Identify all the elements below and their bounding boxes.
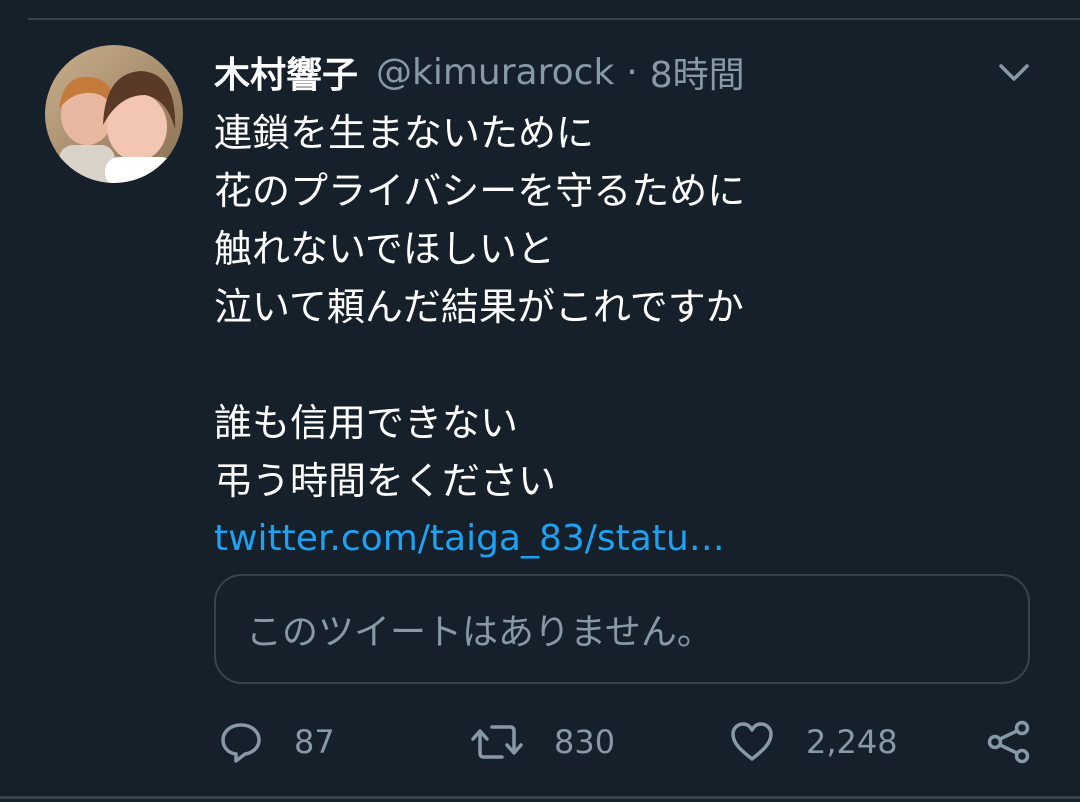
avatar[interactable] [45, 45, 183, 183]
tweet-link[interactable]: twitter.com/taiga_83/statu… [214, 510, 1034, 568]
retweet-button[interactable]: 830 [470, 716, 615, 768]
chevron-down-icon[interactable] [996, 58, 1032, 88]
user-handle[interactable]: @kimurarock [376, 52, 614, 93]
retweet-count: 830 [554, 723, 616, 761]
like-count: 2,248 [806, 723, 898, 761]
share-icon [986, 719, 1032, 765]
reply-icon [218, 719, 264, 765]
tweet-line: 誰も信用できない [214, 401, 519, 445]
tweet-line: 触れないでほしいと [214, 227, 555, 271]
timestamp[interactable]: 8時間 [650, 46, 745, 98]
tweet-header: 木村響子 @kimurarock · 8時間 [214, 46, 745, 98]
retweet-icon [470, 719, 524, 765]
tweet-text: 連鎖を生まないために 花のプライバシーを守るために 触れないでほしいと 泣いて頼… [214, 104, 1034, 568]
tweet-line: 泣いて頼んだ結果がこれですか [214, 285, 744, 329]
tweet-line: 弔う時間をください [214, 459, 557, 503]
reply-button[interactable]: 87 [218, 716, 335, 768]
share-button[interactable] [986, 716, 1032, 768]
top-divider [28, 18, 1080, 20]
separator-dot: · [626, 51, 638, 93]
heart-icon [728, 719, 776, 765]
tweet-line: 花のプライバシーを守るために [214, 169, 746, 213]
like-button[interactable]: 2,248 [728, 716, 898, 768]
reply-count: 87 [294, 723, 335, 761]
quoted-tweet-card[interactable]: このツイートはありません。 [214, 574, 1030, 684]
action-bar: 87 830 2,248 [214, 716, 1044, 768]
display-name[interactable]: 木村響子 [214, 46, 358, 98]
bottom-divider [0, 796, 1080, 799]
tweet-screen: 木村響子 @kimurarock · 8時間 連鎖を生まないために 花のプライバ… [0, 0, 1080, 802]
quoted-unavailable-text: このツイートはありません。 [246, 612, 713, 653]
tweet-line: 連鎖を生まないために [214, 111, 595, 155]
